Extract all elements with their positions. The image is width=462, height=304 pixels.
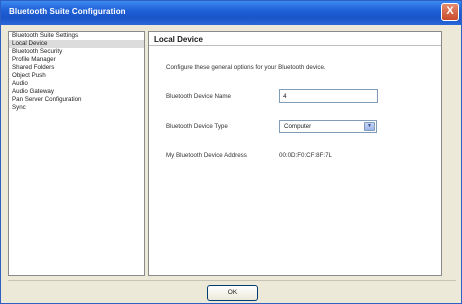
close-button[interactable]: X [441, 3, 459, 21]
sidebar-item-profile-manager[interactable]: Profile Manager [9, 56, 144, 64]
device-type-select[interactable]: Computer ▼ [279, 120, 377, 133]
device-type-label: Bluetooth Device Type [166, 123, 228, 130]
device-name-label: Bluetooth Device Name [166, 93, 232, 100]
sidebar-item-audio-gateway[interactable]: Audio Gateway [9, 88, 144, 96]
device-address-label: My Bluetooth Device Address [166, 152, 247, 159]
close-icon: X [446, 5, 454, 17]
panel-header: Local Device [149, 32, 441, 46]
device-address-value: 00:0D:F0:CF:8F:7L [279, 152, 332, 159]
window-title: Bluetooth Suite Configuration [9, 7, 126, 16]
device-name-input[interactable] [279, 89, 378, 103]
configuration-window: Bluetooth Suite Configuration X Bluetoot… [0, 0, 462, 304]
sidebar-item-pan-server-configuration[interactable]: Pan Server Configuration [9, 96, 144, 104]
settings-sidebar: Bluetooth Suite Settings Local Device Bl… [8, 31, 145, 276]
sidebar-item-object-push[interactable]: Object Push [9, 72, 144, 80]
panel-description: Configure these general options for your… [166, 64, 326, 71]
sidebar-item-audio[interactable]: Audio [9, 80, 144, 88]
sidebar-item-bluetooth-security[interactable]: Bluetooth Security [9, 48, 144, 56]
sidebar-item-shared-folders[interactable]: Shared Folders [9, 64, 144, 72]
settings-panel: Local Device Configure these general opt… [148, 31, 442, 276]
sidebar-item-bluetooth-suite-settings[interactable]: Bluetooth Suite Settings [9, 32, 144, 40]
device-type-value: Computer [284, 123, 312, 130]
sidebar-item-sync[interactable]: Sync [9, 104, 144, 112]
footer-divider [8, 280, 456, 281]
panel-title: Local Device [154, 35, 203, 44]
title-bar[interactable]: Bluetooth Suite Configuration X [1, 1, 461, 25]
chevron-down-icon[interactable]: ▼ [364, 122, 375, 131]
sidebar-item-local-device[interactable]: Local Device [9, 40, 144, 48]
ok-button[interactable]: OK [207, 285, 258, 301]
